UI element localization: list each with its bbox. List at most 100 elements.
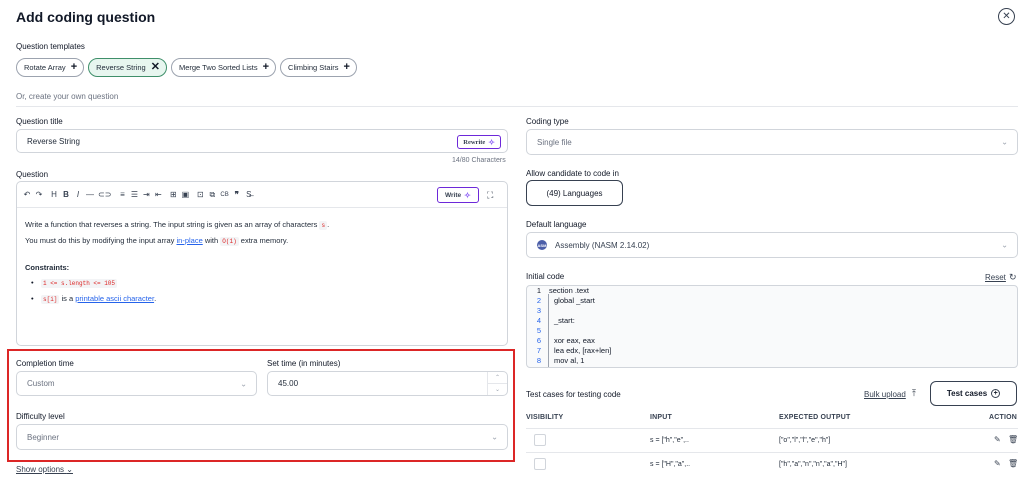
plus-icon[interactable]: + <box>343 62 349 73</box>
template-chip-climbing-stairs[interactable]: Climbing Stairs + <box>280 58 357 77</box>
question-title-input[interactable]: Reverse String Rewrite ✧ <box>16 129 508 153</box>
completion-time-value: Custom <box>27 379 55 388</box>
chip-label: Merge Two Sorted Lists <box>178 63 258 72</box>
visibility-checkbox[interactable] <box>534 434 546 446</box>
indent-icon[interactable]: ⇥ <box>142 190 150 199</box>
chip-label: Reverse String <box>96 63 146 72</box>
list-item: 1 <= s.length <= 105 <box>31 275 499 291</box>
code-text: xor eax, eax <box>554 336 595 345</box>
line-number: 2 <box>536 296 541 305</box>
show-options-label: Show options <box>16 465 65 474</box>
stepper-down-icon[interactable]: ⌄ <box>488 384 507 395</box>
rewrite-button[interactable]: Rewrite ✧ <box>457 135 501 149</box>
template-chip-rotate-array[interactable]: Rotate Array + <box>16 58 85 77</box>
quote-icon[interactable]: ❞ <box>233 190 241 199</box>
code-text: mov al, 1 <box>554 356 585 365</box>
template-chip-merge-lists[interactable]: Merge Two Sorted Lists + <box>170 58 277 77</box>
completion-time-select[interactable]: Custom ⌄ <box>16 371 257 396</box>
hr-icon[interactable]: — <box>86 190 94 199</box>
bullet-list-icon[interactable]: ☰ <box>130 190 138 199</box>
languages-button[interactable]: (49) Languages <box>526 180 623 206</box>
default-language-select[interactable]: ASM Assembly (NASM 2.14.02) ⌄ <box>526 232 1018 258</box>
default-language-value: Assembly (NASM 2.14.02) <box>555 240 650 250</box>
text: . <box>327 220 330 229</box>
sparkle-icon: ✧ <box>464 190 471 200</box>
redo-icon[interactable]: ↷ <box>35 190 43 199</box>
line-number: 7 <box>536 346 541 355</box>
add-test-case-button[interactable]: Test cases + <box>930 381 1017 406</box>
inline-code: s[i] <box>41 295 60 304</box>
initial-code-label: Initial code <box>526 272 565 281</box>
bulk-upload-link[interactable]: Bulk upload <box>864 390 906 399</box>
italic-icon[interactable]: I <box>74 190 82 199</box>
coding-type-select[interactable]: Single file ⌄ <box>526 129 1018 155</box>
difficulty-select[interactable]: Beginner ⌄ <box>16 424 508 450</box>
test-input: s = ["h","e",.. <box>650 437 689 444</box>
code-text: lea edx, [rax+len] <box>554 346 612 355</box>
in-place-link[interactable]: in-place <box>176 236 202 245</box>
coding-type-label: Coding type <box>526 117 569 126</box>
difficulty-value: Beginner <box>27 432 60 442</box>
ascii-link[interactable]: printable ascii character <box>75 294 154 303</box>
outdent-icon[interactable]: ⇤ <box>154 190 162 199</box>
template-chip-reverse-string[interactable]: Reverse String ✕ <box>88 58 167 77</box>
bold-icon[interactable]: B <box>62 190 70 199</box>
strikethrough-icon[interactable]: S̶ <box>245 190 253 199</box>
copy-icon[interactable]: ⧉ <box>208 190 216 200</box>
question-line-1: Write a function that reverses a string.… <box>25 217 499 233</box>
set-time-input[interactable]: 45.00 ⌃ ⌄ <box>267 371 508 396</box>
ordered-list-icon[interactable]: ≡ <box>118 190 126 199</box>
reset-link[interactable]: Reset <box>985 273 1006 282</box>
line-number: 8 <box>536 356 541 365</box>
upload-icon[interactable]: ⤒ <box>912 388 916 399</box>
set-time-value: 45.00 <box>278 379 299 388</box>
plus-icon[interactable]: + <box>263 62 269 73</box>
inline-code: O(1) <box>220 237 239 246</box>
undo-icon[interactable]: ↶ <box>23 190 31 199</box>
delete-icon[interactable]: 🗑 <box>1008 435 1018 444</box>
code-text: global _start <box>554 296 595 305</box>
column-header-input: INPUT <box>650 414 672 421</box>
text: . <box>154 294 157 303</box>
text: Write a function that reverses a string.… <box>25 220 318 229</box>
line-number: 1 <box>536 286 541 295</box>
close-icon[interactable]: ✕ <box>998 8 1015 25</box>
chevron-down-icon: ⌄ <box>1001 137 1008 147</box>
column-header-action: ACTION <box>989 414 1018 421</box>
test-cases-button-label: Test cases <box>946 389 988 398</box>
visibility-checkbox[interactable] <box>534 458 546 470</box>
allow-candidate-label: Allow candidate to code in <box>526 169 619 178</box>
heading-icon[interactable]: H <box>50 190 58 199</box>
stepper-up-icon[interactable]: ⌃ <box>488 372 507 384</box>
reset-icon[interactable]: ↻ <box>1009 272 1017 283</box>
edit-icon[interactable]: ✎ <box>994 435 1001 444</box>
show-options-link[interactable]: Show options ⌄ <box>16 465 73 474</box>
expand-icon[interactable]: ⛶ <box>487 190 493 201</box>
edit-icon[interactable]: ✎ <box>994 459 1001 468</box>
list-item: s[i] is a printable ascii character. <box>31 291 499 307</box>
time-stepper[interactable]: ⌃ ⌄ <box>487 372 507 395</box>
difficulty-label: Difficulty level <box>16 412 65 421</box>
image-icon[interactable]: ▣ <box>181 190 190 199</box>
write-button[interactable]: Write ✧ <box>437 187 479 203</box>
question-line-2: You must do this by modifying the input … <box>25 233 499 249</box>
code-editor[interactable]: 1 section .text 2 global _start 3 4 _sta… <box>526 285 1018 368</box>
indent-guide <box>548 294 549 367</box>
chevron-down-icon: ⌄ <box>1001 240 1008 250</box>
delete-icon[interactable]: 🗑 <box>1008 459 1018 468</box>
chevron-down-icon: ⌄ <box>240 379 247 388</box>
remove-icon[interactable]: ✕ <box>151 62 160 73</box>
text: with <box>204 236 219 245</box>
plus-icon[interactable]: + <box>71 62 77 73</box>
table-icon[interactable]: ⊞ <box>169 190 177 199</box>
link-icon[interactable]: ⊂⊃ <box>98 190 111 199</box>
code-line: 4 _start: <box>527 316 575 326</box>
coding-type-value: Single file <box>537 137 572 147</box>
code-line: 7 lea edx, [rax+len] <box>527 346 612 356</box>
write-label: Write <box>445 191 462 199</box>
question-editor[interactable]: ↶ ↷ H B I — ⊂⊃ ≡ ☰ ⇥ ⇤ ⊞ ▣ ⊡ ⧉ CB ❞ S̶ W… <box>16 181 508 346</box>
editor-body[interactable]: Write a function that reverses a string.… <box>17 208 507 316</box>
code-icon[interactable]: ⊡ <box>196 190 204 199</box>
codeblock-icon[interactable]: CB <box>220 192 228 198</box>
test-expected-output: ["o","l","l","e","h"] <box>779 437 831 444</box>
